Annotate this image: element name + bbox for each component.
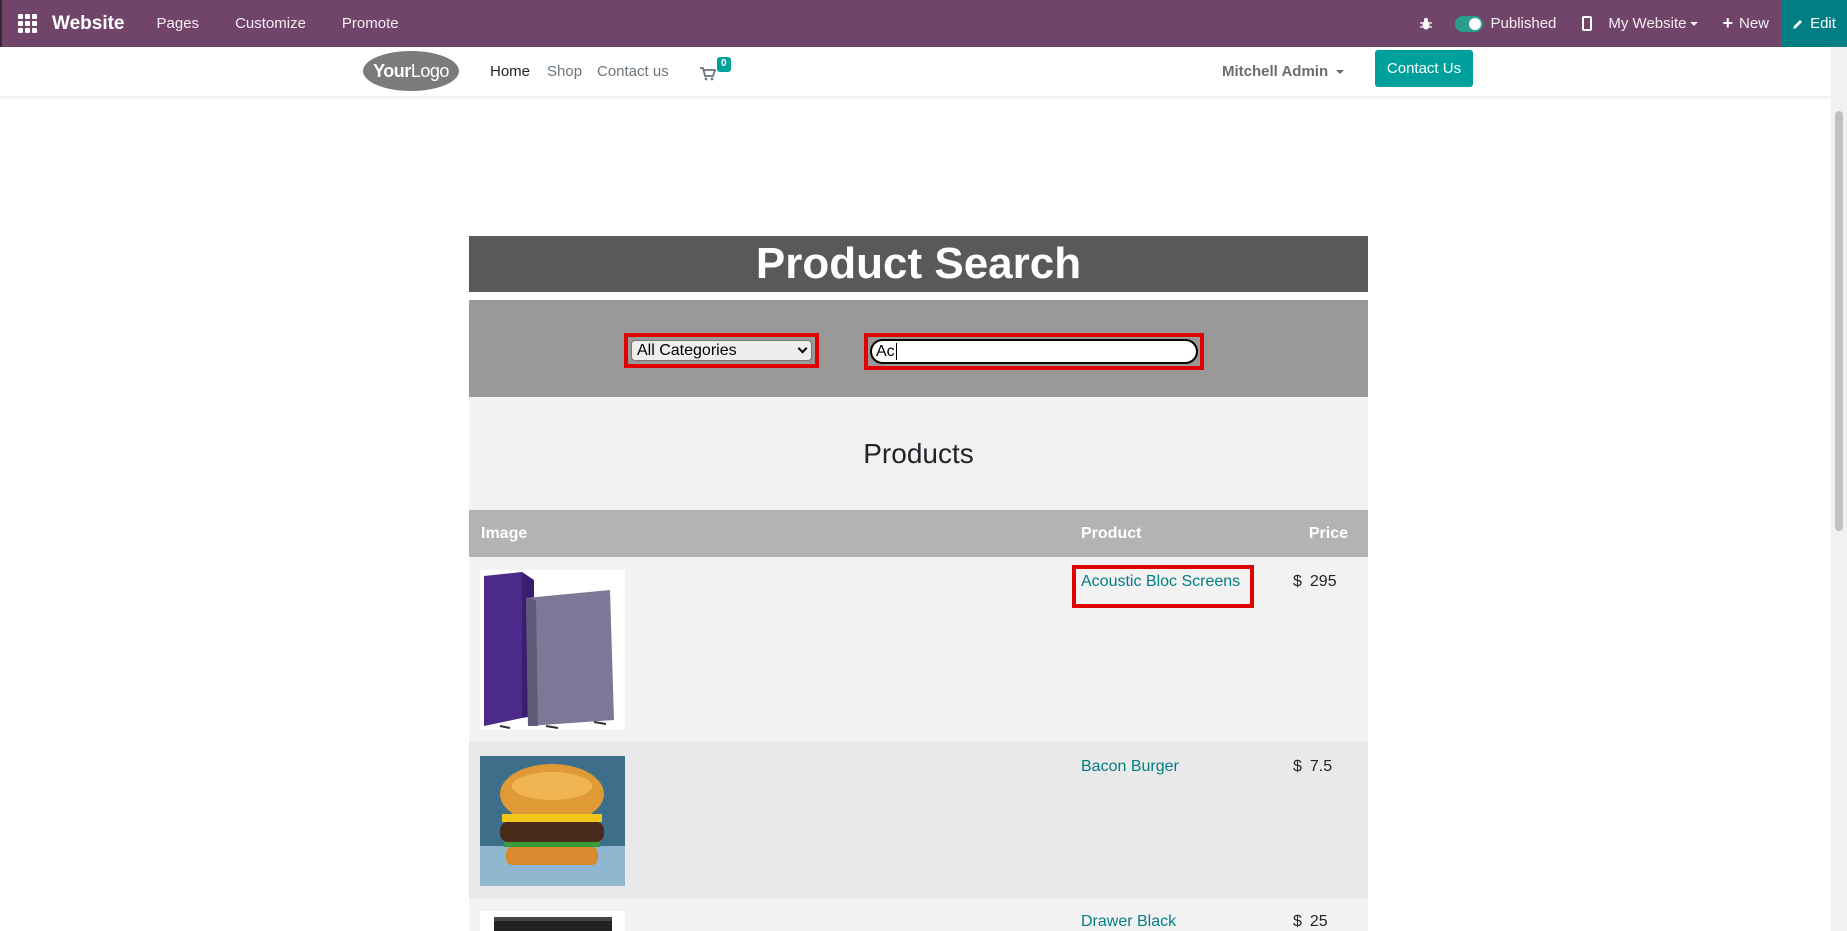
product-price: $295 (1293, 573, 1337, 591)
price-currency: $ (1293, 573, 1302, 590)
plus-icon: + (1722, 13, 1733, 33)
app-brand[interactable]: Website (52, 13, 125, 35)
product-link[interactable]: Bacon Burger (1081, 758, 1179, 776)
debug-bug-icon[interactable] (1417, 15, 1435, 33)
search-query-text: Ac (876, 342, 895, 360)
edit-button[interactable]: Edit (1781, 0, 1847, 47)
product-image-bacon-burger (480, 756, 625, 886)
site-logo[interactable]: Your Logo (363, 51, 459, 91)
pencil-icon (1793, 19, 1803, 29)
caret-down-icon (1690, 22, 1699, 27)
category-select[interactable]: All Categories (631, 340, 812, 361)
product-price: $7.5 (1293, 758, 1332, 776)
table-row: Bacon Burger $7.5 (469, 743, 1368, 898)
website-selector-label: My Website (1608, 15, 1687, 32)
menu-promote[interactable]: Promote (342, 15, 399, 32)
logo-text: Logo (410, 60, 450, 81)
site-header: Your Logo Home Shop Contact us 0 Mitchell… (0, 47, 1831, 96)
chevron-down-icon (797, 343, 808, 354)
column-header-image: Image (481, 524, 528, 542)
product-link[interactable]: Drawer Black (1081, 913, 1176, 931)
price-value: 295 (1309, 573, 1337, 590)
search-input-highlight: Ac (864, 333, 1204, 370)
menu-customize[interactable]: Customize (235, 15, 306, 32)
price-value: 7.5 (1309, 758, 1333, 775)
page-title: Product Search (469, 236, 1368, 292)
cart-icon (700, 67, 716, 81)
price-value: 25 (1309, 913, 1328, 930)
price-currency: $ (1293, 758, 1302, 775)
category-selected-value: All Categories (637, 341, 737, 359)
price-currency: $ (1293, 913, 1302, 930)
column-header-product: Product (1081, 524, 1142, 542)
nav-home[interactable]: Home (490, 47, 530, 96)
filter-bar: All Categories Ac (469, 300, 1368, 397)
table-row: Drawer Black $25 (469, 898, 1368, 931)
product-image-acoustic-screens (480, 570, 625, 730)
category-select-highlight: All Categories (624, 333, 819, 368)
admin-navbar: Website Pages Customize Promote Publishe… (0, 0, 1847, 47)
menu-pages[interactable]: Pages (157, 15, 200, 32)
scrollbar[interactable] (1831, 47, 1847, 931)
user-name: Mitchell Admin (1222, 63, 1329, 80)
cart-link[interactable]: 0 (700, 57, 731, 81)
caret-down-icon (1336, 69, 1345, 74)
new-button[interactable]: New (1739, 15, 1769, 32)
apps-menu-icon[interactable] (2, 0, 52, 47)
published-toggle[interactable] (1454, 15, 1483, 32)
column-header-price: Price (1308, 524, 1348, 542)
mobile-preview-icon[interactable] (1582, 16, 1593, 31)
cart-count-badge: 0 (717, 57, 731, 72)
scrollbar-thumb[interactable] (1835, 111, 1843, 531)
products-heading: Products (469, 397, 1368, 510)
table-header: Image Product Price (469, 510, 1368, 557)
website-selector[interactable]: My Website (1608, 15, 1699, 32)
logo-text-bold: Your (373, 60, 411, 81)
text-cursor (895, 343, 897, 360)
contact-us-button[interactable]: Contact Us (1375, 50, 1473, 87)
published-label: Published (1490, 15, 1557, 32)
product-image-drawer-black (480, 911, 625, 931)
search-input[interactable]: Ac (870, 339, 1198, 364)
product-link[interactable]: Acoustic Bloc Screens (1081, 573, 1240, 591)
nav-contact-us[interactable]: Contact us (597, 47, 669, 96)
table-row: Acoustic Bloc Screens $295 (469, 557, 1368, 743)
product-price: $25 (1293, 913, 1328, 931)
edit-label: Edit (1810, 15, 1836, 32)
nav-shop[interactable]: Shop (547, 47, 582, 96)
user-menu[interactable]: Mitchell Admin (1222, 47, 1345, 96)
